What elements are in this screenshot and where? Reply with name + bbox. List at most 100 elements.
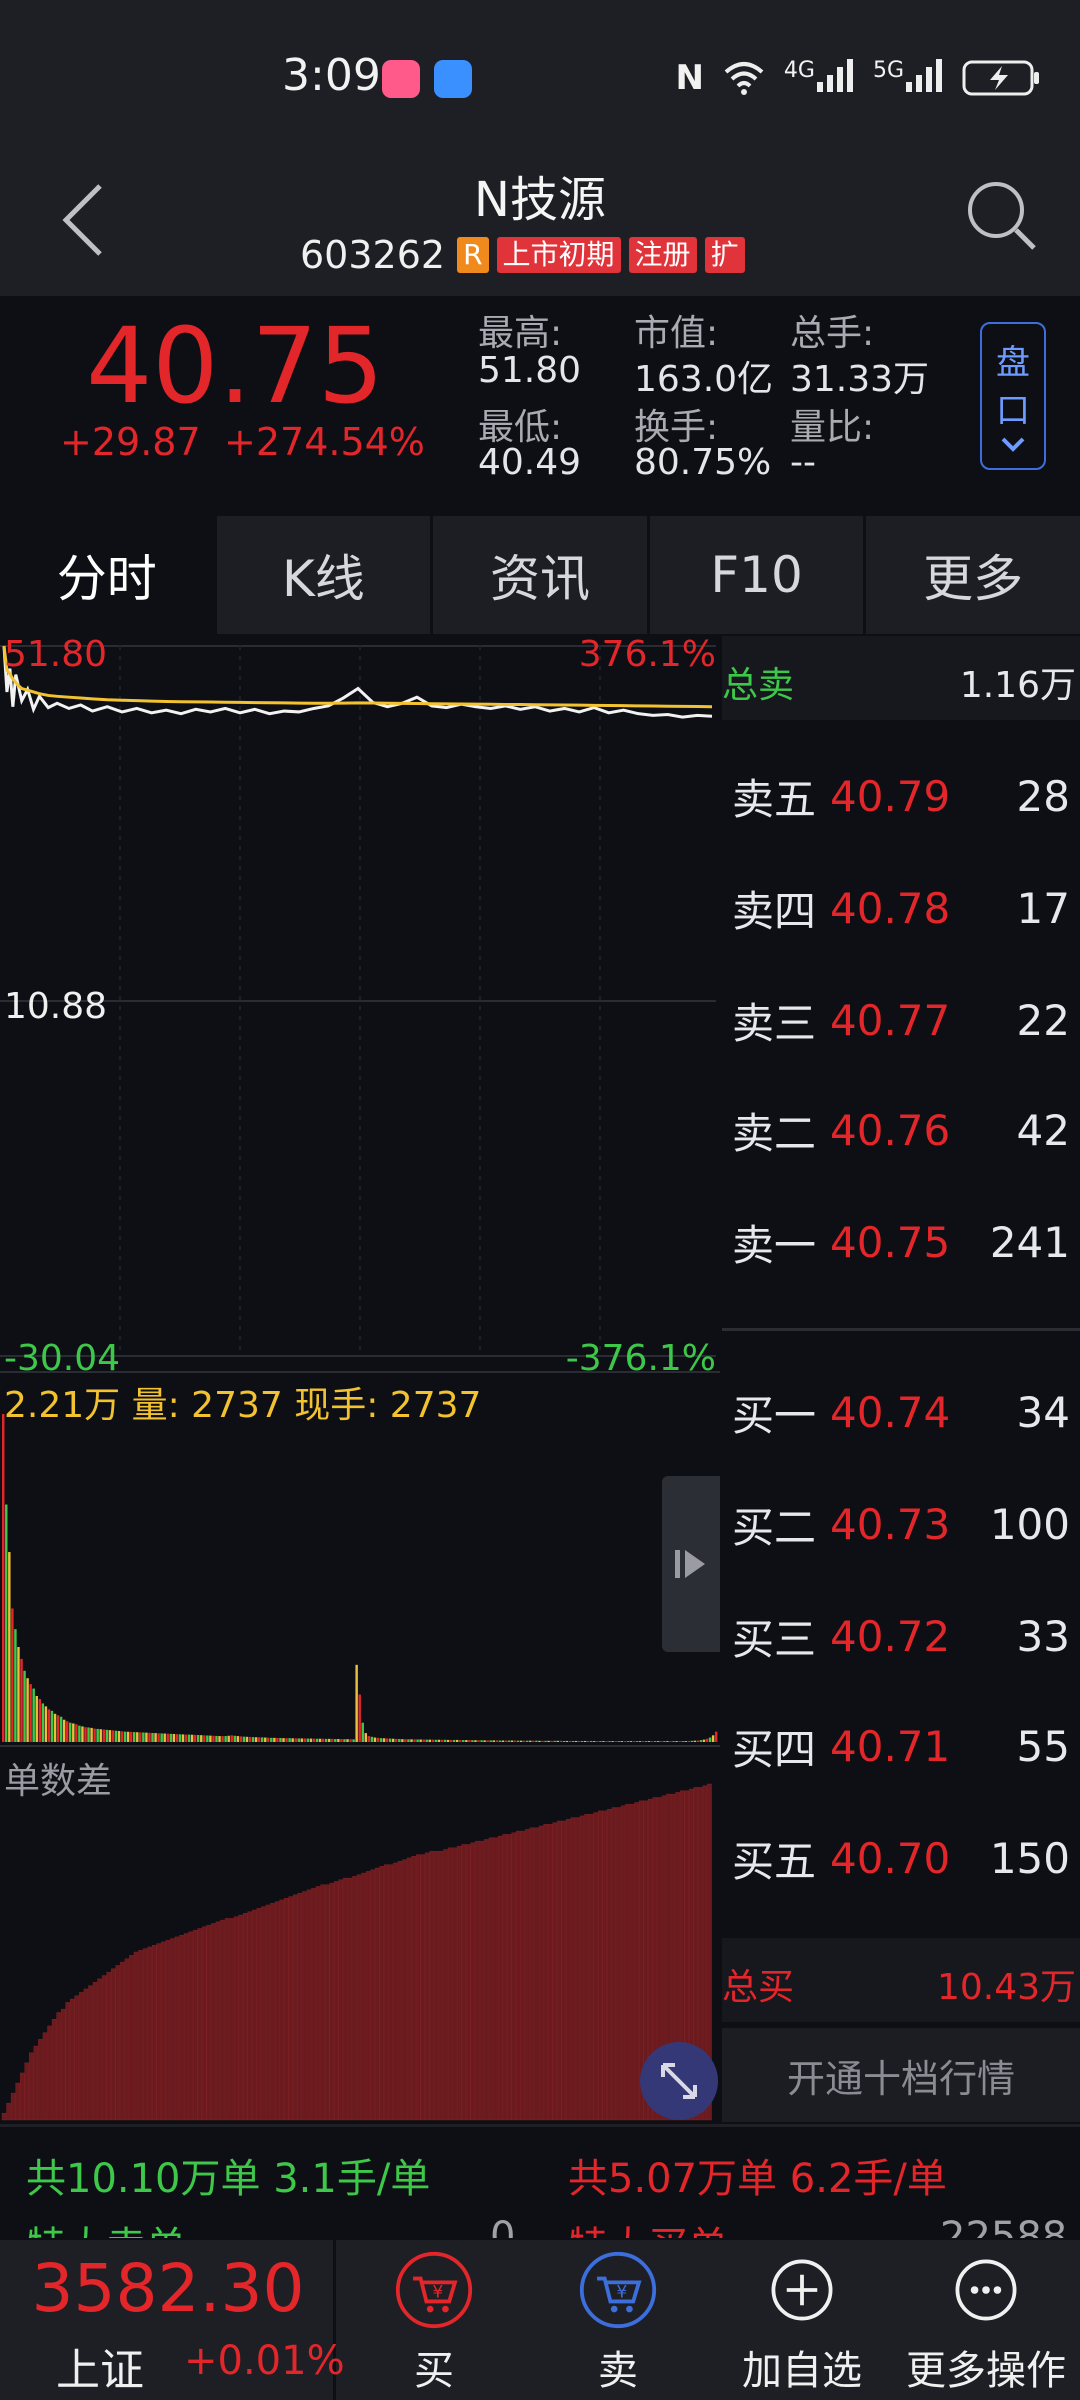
volume-bar [184, 1734, 188, 1742]
volume-bar [574, 1740, 578, 1742]
volume-bar [230, 1735, 233, 1742]
level-label: 买一 [732, 1390, 817, 1440]
volume-bar [358, 1694, 361, 1742]
level-qty: 42 [1016, 1105, 1070, 1155]
sell-button[interactable]: ¥ 卖 [528, 2250, 708, 2396]
volume-bar [599, 1741, 602, 1742]
sell-label: 卖 [598, 2348, 638, 2394]
tab-intraday[interactable]: 分时 [0, 516, 214, 634]
volume-bar [413, 1739, 416, 1742]
level-price: 40.72 [830, 1611, 951, 1661]
volume-bar [501, 1740, 505, 1742]
volume-bar [523, 1740, 526, 1742]
level-qty: 100 [989, 1499, 1070, 1549]
signal-4g-icon: 4G [784, 58, 855, 99]
volume-bar [114, 1730, 118, 1742]
volume-bar [583, 1740, 587, 1742]
volume-bar [337, 1739, 340, 1742]
battery-charging-icon [962, 60, 1039, 96]
order-diff-bar [161, 1941, 166, 2121]
volume-bar [693, 1740, 697, 1742]
volume-bar [361, 1722, 364, 1742]
add-watchlist-button[interactable]: 加自选 [712, 2250, 892, 2396]
volume-bar [714, 1731, 718, 1742]
volume-bar [346, 1739, 349, 1742]
volume-bar [382, 1738, 386, 1742]
tab-kline[interactable]: K线 [216, 516, 431, 634]
buy-level-3: 买三 40.72 33 [722, 1596, 1080, 1676]
volume-bar [568, 1740, 572, 1742]
order-diff-bar [6, 2102, 11, 2121]
volume-bar [495, 1740, 499, 1742]
price-axis-top: 51.80 [4, 634, 107, 675]
order-diff-bar [51, 2018, 57, 2121]
order-diff-bar [425, 1852, 430, 2121]
order-book-toggle-button[interactable]: 盘 口 [980, 322, 1046, 470]
volume-bar [492, 1740, 495, 1742]
sell-level-5: 卖五 40.79 28 [722, 756, 1080, 836]
collapse-arrow-icon [675, 1550, 705, 1578]
search-icon[interactable] [962, 176, 1040, 254]
volume-bar [178, 1734, 182, 1742]
volume-bar [608, 1741, 611, 1742]
volume-bar [459, 1740, 462, 1742]
volume-bar [620, 1741, 623, 1742]
volume-bar [309, 1738, 313, 1742]
order-diff-bar [415, 1854, 421, 2121]
volume-bar [452, 1739, 456, 1742]
status-time: 3:09 [282, 50, 381, 101]
volume-bar [434, 1739, 438, 1742]
order-diff-bar [466, 1844, 471, 2121]
weather-icon [434, 60, 472, 98]
volume-bar [553, 1740, 556, 1742]
order-diff-bar [24, 2062, 30, 2121]
volume-bar [398, 1739, 401, 1742]
volume-bar [193, 1734, 197, 1742]
level-price: 40.70 [830, 1833, 951, 1883]
order-diff-bar [101, 1975, 107, 2121]
volume-bar [279, 1737, 282, 1742]
order-diff-bar [147, 1946, 152, 2121]
tab-more[interactable]: 更多 [866, 516, 1080, 634]
volume-bar [303, 1738, 307, 1742]
order-diff-bar [393, 1862, 398, 2121]
order-diff-bar [247, 1911, 253, 2121]
volume-bar [571, 1740, 575, 1742]
level-label: 买三 [732, 1614, 817, 1664]
tab-f10[interactable]: F10 [649, 516, 864, 634]
volume-bar [474, 1740, 477, 1742]
volume-bar [145, 1732, 148, 1742]
order-diff-bar [256, 1908, 262, 2121]
open-level10-button[interactable]: 开通十档行情 [722, 2028, 1080, 2122]
level-qty: 28 [1016, 771, 1070, 821]
level-qty: 34 [1016, 1387, 1070, 1437]
volume-bar [105, 1729, 109, 1742]
collapse-panel-button[interactable] [662, 1476, 720, 1652]
order-diff-bar [534, 1827, 539, 2121]
volume-bar [215, 1735, 218, 1742]
level-label: 卖二 [732, 1108, 817, 1158]
volume-bar [559, 1740, 563, 1742]
tab-news[interactable]: 资讯 [433, 516, 647, 634]
volume-bar [355, 1664, 358, 1742]
volume-bar [2, 1414, 5, 1742]
total-buy-label: 总买 [722, 1967, 795, 2008]
order-diff-bar [129, 1955, 134, 2121]
stat-value: 31.33万 [790, 359, 930, 400]
sell-cart-icon: ¥ [579, 2251, 657, 2329]
order-diff-bar [497, 1835, 503, 2121]
order-diff-bar [115, 1965, 121, 2121]
order-diff-bar [475, 1840, 480, 2121]
volume-bar [117, 1731, 121, 1742]
volume-bar [123, 1731, 127, 1742]
buy-button[interactable]: ¥ 买 [344, 2250, 524, 2396]
stat-value: -- [790, 442, 816, 483]
volume-bar [385, 1738, 389, 1742]
more-actions-button[interactable]: 更多操作 [896, 2250, 1076, 2396]
volume-bar [690, 1740, 694, 1742]
volume-bar [59, 1716, 63, 1742]
volume-bar [312, 1738, 316, 1742]
pct-axis-top: 376.1% [579, 634, 716, 675]
volume-bar [504, 1740, 508, 1742]
fullscreen-button[interactable] [640, 2042, 718, 2120]
